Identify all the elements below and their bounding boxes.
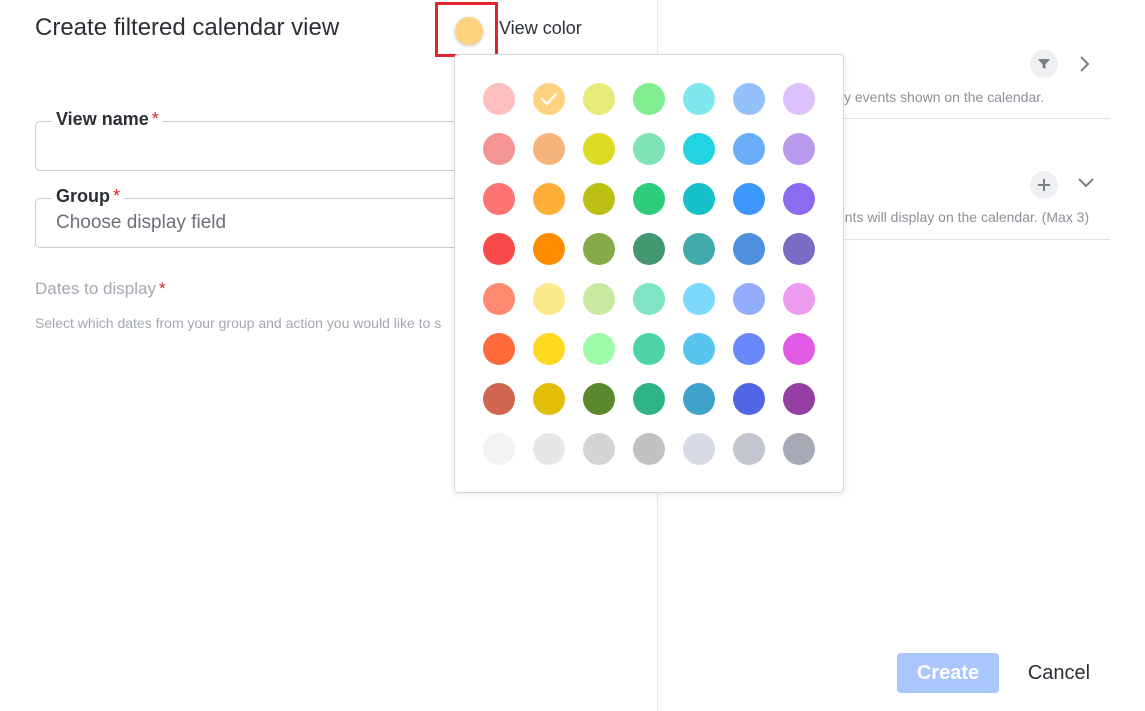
color-swatch[interactable]	[733, 433, 765, 465]
plus-icon	[1038, 179, 1050, 191]
required-mark: *	[158, 279, 166, 298]
color-swatch[interactable]	[783, 383, 815, 415]
color-swatch[interactable]	[783, 233, 815, 265]
color-swatch[interactable]	[483, 133, 515, 165]
filter-hint: cify events shown on the calendar.	[830, 89, 1045, 105]
group-label: Group *	[52, 186, 125, 207]
color-palette-grid	[483, 83, 815, 465]
page-title: Create filtered calendar view	[35, 14, 340, 41]
color-swatch[interactable]	[583, 183, 615, 215]
color-swatch[interactable]	[733, 383, 765, 415]
color-swatch[interactable]	[633, 183, 665, 215]
color-swatch[interactable]	[533, 133, 565, 165]
color-swatch[interactable]	[483, 283, 515, 315]
color-swatch[interactable]	[633, 283, 665, 315]
view-color-label: View color	[499, 18, 582, 38]
color-swatch[interactable]	[633, 233, 665, 265]
color-swatch[interactable]	[783, 83, 815, 115]
color-swatch[interactable]	[733, 233, 765, 265]
color-swatch[interactable]	[633, 83, 665, 115]
color-swatch[interactable]	[783, 283, 815, 315]
color-swatch[interactable]	[733, 133, 765, 165]
color-swatch[interactable]	[533, 283, 565, 315]
color-swatch[interactable]	[783, 333, 815, 365]
color-swatch[interactable]	[733, 83, 765, 115]
color-swatch[interactable]	[733, 183, 765, 215]
color-swatch[interactable]	[483, 433, 515, 465]
create-button[interactable]: Create	[897, 653, 999, 693]
filter-icon	[1038, 59, 1050, 69]
chevron-down-icon[interactable]	[1076, 176, 1096, 195]
color-swatch[interactable]	[483, 233, 515, 265]
color-swatch[interactable]	[583, 383, 615, 415]
color-swatch[interactable]	[483, 183, 515, 215]
color-swatch[interactable]	[683, 383, 715, 415]
color-swatch[interactable]	[683, 283, 715, 315]
color-swatch[interactable]	[783, 183, 815, 215]
color-swatch[interactable]	[583, 283, 615, 315]
color-swatch[interactable]	[783, 133, 815, 165]
color-swatch[interactable]	[483, 383, 515, 415]
color-swatch[interactable]	[533, 333, 565, 365]
check-icon	[540, 92, 558, 106]
color-swatch[interactable]	[783, 433, 815, 465]
color-swatch[interactable]	[683, 83, 715, 115]
color-swatch[interactable]	[733, 333, 765, 365]
selected-color-swatch[interactable]	[455, 17, 483, 45]
events-hint: vents will display on the calendar. (Max…	[830, 209, 1090, 225]
color-swatch[interactable]	[633, 133, 665, 165]
color-swatch[interactable]	[683, 333, 715, 365]
color-swatch[interactable]	[633, 433, 665, 465]
dates-hint: Select which dates from your group and a…	[35, 315, 442, 331]
color-swatch[interactable]	[733, 283, 765, 315]
view-name-field[interactable]: View name *	[35, 109, 475, 171]
color-swatch[interactable]	[583, 433, 615, 465]
color-swatch[interactable]	[633, 333, 665, 365]
color-swatch[interactable]	[683, 133, 715, 165]
color-swatch[interactable]	[583, 233, 615, 265]
filter-button[interactable]	[1030, 50, 1058, 78]
color-swatch[interactable]	[683, 233, 715, 265]
color-swatch[interactable]	[683, 183, 715, 215]
view-color-button[interactable]	[435, 2, 498, 57]
group-placeholder[interactable]: Choose display field	[56, 212, 226, 234]
chevron-right-icon[interactable]	[1078, 54, 1092, 79]
add-event-button[interactable]	[1030, 171, 1058, 199]
color-swatch[interactable]	[533, 433, 565, 465]
cancel-button[interactable]: Cancel	[1014, 653, 1104, 693]
color-swatch[interactable]	[633, 383, 665, 415]
color-swatch[interactable]	[583, 133, 615, 165]
color-swatch[interactable]	[533, 383, 565, 415]
color-swatch[interactable]	[483, 333, 515, 365]
color-swatch[interactable]	[583, 333, 615, 365]
color-swatch[interactable]	[533, 83, 565, 115]
color-swatch[interactable]	[683, 433, 715, 465]
required-mark: *	[113, 186, 121, 206]
color-swatch[interactable]	[583, 83, 615, 115]
color-palette-popover	[454, 54, 844, 493]
group-select[interactable]: Group * Choose display field	[35, 186, 475, 248]
section-divider	[830, 118, 1110, 119]
color-swatch[interactable]	[533, 183, 565, 215]
color-swatch[interactable]	[483, 83, 515, 115]
view-name-label: View name *	[52, 109, 163, 130]
section-divider	[830, 239, 1110, 240]
color-swatch[interactable]	[533, 233, 565, 265]
required-mark: *	[151, 109, 159, 129]
dates-label: Dates to display *	[35, 279, 166, 298]
